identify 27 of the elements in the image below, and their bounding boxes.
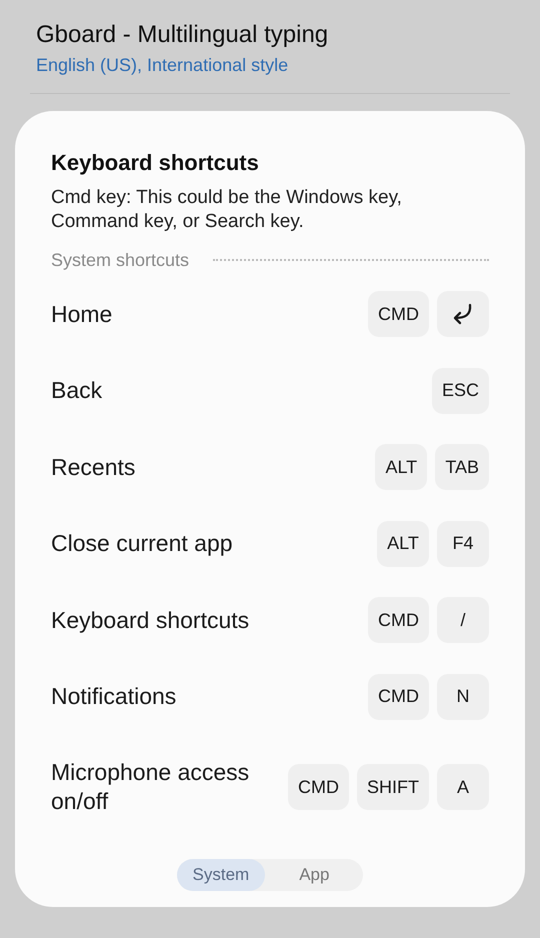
shortcut-label: Notifications <box>51 682 176 712</box>
section-label: System shortcuts <box>51 249 190 272</box>
dialog-title: Keyboard shortcuts <box>51 149 260 177</box>
shortcut-label: Close current app <box>51 529 233 558</box>
key-cap: ALT <box>377 520 429 567</box>
shortcut-label: Microphone access on/off <box>51 758 250 816</box>
key-cap: CMD <box>368 597 429 644</box>
shortcut-label: Keyboard shortcuts <box>51 606 250 635</box>
dialog-description: Cmd key: This could be the Windows key, Command key, or Search key. <box>51 186 403 234</box>
key-cap: ESC <box>432 368 489 414</box>
shortcut-label: Home <box>51 300 112 329</box>
tab[interactable]: System <box>176 859 266 891</box>
key-cap: / <box>437 597 489 644</box>
language-subtitle: English (US), International style <box>36 54 290 77</box>
key-cap: ALT <box>375 444 428 490</box>
app-title: Gboard - Multilingual typing <box>36 20 330 50</box>
key-cap: CMD <box>288 764 349 810</box>
key-cap: SHIFT <box>357 764 429 810</box>
tab[interactable]: App <box>265 859 364 891</box>
shortcut-label: Back <box>51 376 102 406</box>
key-cap: CMD <box>368 674 429 720</box>
key-cap: F4 <box>437 520 489 567</box>
shortcut-label: Recents <box>51 452 136 482</box>
key-cap: A <box>437 764 489 810</box>
key-cap: N <box>437 674 489 720</box>
key-cap: CMD <box>368 291 429 338</box>
key-cap: TAB <box>435 444 489 490</box>
